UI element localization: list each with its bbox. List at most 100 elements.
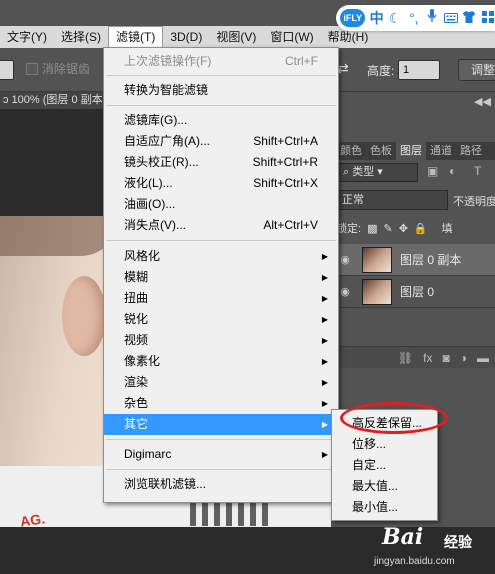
filter-menu: 上次滤镜操作(F) Ctrl+F 转换为智能滤镜 滤镜库(G)... 自适应广角… [103,47,339,503]
watermark-brand: 经验 [444,534,472,550]
microphone-icon[interactable] [425,8,440,28]
menu-window[interactable]: 窗口(W) [263,26,320,48]
link-icon[interactable]: ⛓ [398,351,413,365]
menu-item-label: 其它 [124,417,149,431]
antialias-checkbox[interactable]: 消除锯齿 [26,60,90,77]
shirt-icon[interactable] [462,8,477,28]
menu-item-noise[interactable]: 杂色 ▶ [104,393,338,414]
menu-item-label: 杂色 [124,396,149,410]
menu-item-distort[interactable]: 扭曲 ▶ [104,288,338,309]
menu-item-label: 锐化 [124,312,149,326]
tab-paths[interactable]: 路径 [456,142,486,160]
menu-item-video[interactable]: 视频 ▶ [104,330,338,351]
collapse-panels-icon[interactable]: ◀◀ [474,95,491,108]
adjust-edge-button[interactable]: 调整 [458,59,495,81]
menu-item-stylize[interactable]: 风格化 ▶ [104,246,338,267]
menu-item-lens-correction[interactable]: 镜头校正(R)... Shift+Ctrl+R [104,152,338,173]
lock-transparent-icon[interactable]: ▩ [367,222,377,235]
menu-item-label: 渲染 [124,375,149,389]
menu-item-browse-online[interactable]: 浏览联机滤镜... [104,474,338,495]
submenu-arrow-icon: ▶ [321,450,328,459]
blend-mode-select[interactable]: 正常 [336,190,448,210]
lock-paint-icon[interactable]: ✎ [383,222,392,235]
menu-item-digimarc[interactable]: Digimarc ▶ [104,444,338,465]
submenu-item-minimum[interactable]: 最小值... [332,497,437,517]
lock-all-icon[interactable]: 🔒 [414,222,428,235]
height-label: 高度: [367,64,395,78]
menu-separator [106,105,336,106]
menu-item-shortcut: Shift+Ctrl+X [253,176,318,190]
menu-item-vanishing-point[interactable]: 消失点(V)... Alt+Ctrl+V [104,215,338,236]
menu-item-last-filter[interactable]: 上次滤镜操作(F) Ctrl+F [104,51,338,72]
image-filter-icon[interactable]: ▣ [427,164,438,178]
adjustment-filter-icon[interactable]: ◐ [449,164,456,178]
menu-item-adaptive-wide[interactable]: 自适应广角(A)... Shift+Ctrl+A [104,131,338,152]
menu-item-blur[interactable]: 模糊 ▶ [104,267,338,288]
tab-swatches[interactable]: 色板 [366,142,396,160]
checkbox-box[interactable] [26,62,38,75]
menu-3d[interactable]: 3D(D) [163,26,209,48]
submenu-arrow-icon: ▶ [321,294,328,303]
menu-item-label: 镜头校正(R)... [124,155,199,169]
submenu-item-custom[interactable]: 自定... [332,455,437,475]
menu-item-convert-smart[interactable]: 转换为智能滤镜 [104,80,338,101]
menu-item-label: 自适应广角(A)... [124,134,210,148]
tab-layers[interactable]: 图层 [396,142,426,160]
submenu-arrow-icon: ▶ [321,357,328,366]
submenu-arrow-icon: ▶ [321,252,328,261]
ifly-logo[interactable]: iFLY [340,9,366,27]
tab-color[interactable]: 颜色 [336,142,366,160]
moon-icon[interactable]: ☾ [388,8,403,28]
type-filter-icon[interactable]: T [474,164,481,178]
menu-item-pixelate[interactable]: 像素化 ▶ [104,351,338,372]
menu-filter[interactable]: 滤镜(T) [108,26,164,48]
grid-icon[interactable] [481,8,495,28]
adjustment-layer-icon[interactable]: ◑ [460,351,467,365]
submenu-arrow-icon: ▶ [321,399,328,408]
lock-move-icon[interactable]: ✥ [399,222,408,235]
menu-item-label: 转换为智能滤镜 [124,83,209,97]
tool-preset-field[interactable] [0,60,14,80]
height-input[interactable]: 1 [398,60,440,80]
menu-item-liquify[interactable]: 液化(L)... Shift+Ctrl+X [104,173,338,194]
mask-icon[interactable]: ◙ [443,351,450,365]
language-toggle[interactable]: 中 [369,8,384,28]
menu-text[interactable]: 文字(Y) [0,26,54,48]
document-tab[interactable]: ɔ 100% (图层 0 副本 [0,92,110,109]
folder-icon[interactable]: ▬ [477,351,489,365]
layer-row[interactable]: ◉ 图层 0 副本 [334,244,495,276]
tab-channels[interactable]: 通道 [426,142,456,160]
menu-item-label: 油画(O)... [124,197,176,211]
submenu-arrow-icon: ▶ [321,420,328,429]
annotation-highlight-ring [340,402,448,434]
menu-item-label: 模糊 [124,270,149,284]
layer-row[interactable]: ◉ 图层 0 [334,276,495,308]
submenu-arrow-icon: ▶ [321,315,328,324]
menu-item-other[interactable]: 其它 ▶ [104,414,338,435]
comma-icon[interactable]: °, [406,8,421,28]
ifly-toolbar: iFLY 中 ☾ °, [336,5,495,31]
layer-thumbnail [362,246,392,273]
blend-mode-value: 正常 [342,194,364,206]
menu-view[interactable]: 视图(V) [209,26,263,48]
menu-item-label: 上次滤镜操作(F) [124,54,212,68]
menu-item-label: 扭曲 [124,291,149,305]
menu-item-render[interactable]: 渲染 ▶ [104,372,338,393]
menu-item-label: 滤镜库(G)... [124,113,188,127]
fx-icon[interactable]: fx [423,351,432,365]
submenu-item-maximum[interactable]: 最大值... [332,476,437,496]
menu-item-sharpen[interactable]: 锐化 ▶ [104,309,338,330]
layer-kind-filter[interactable]: ⌕ 类型 ▾ [338,163,418,182]
chevron-down-icon: ▾ [377,166,383,178]
menu-item-shortcut: Alt+Ctrl+V [263,218,318,232]
menu-separator [106,469,336,470]
keyboard-icon[interactable] [443,8,458,28]
menu-item-shortcut: Shift+Ctrl+R [252,155,318,169]
submenu-arrow-icon: ▶ [321,336,328,345]
menu-item-filter-gallery[interactable]: 滤镜库(G)... [104,110,338,131]
menu-item-label: 视频 [124,333,149,347]
submenu-item-offset[interactable]: 位移... [332,434,437,454]
menu-item-label: 消失点(V)... [124,218,186,232]
menu-item-oil-paint[interactable]: 油画(O)... [104,194,338,215]
menu-select[interactable]: 选择(S) [54,26,108,48]
